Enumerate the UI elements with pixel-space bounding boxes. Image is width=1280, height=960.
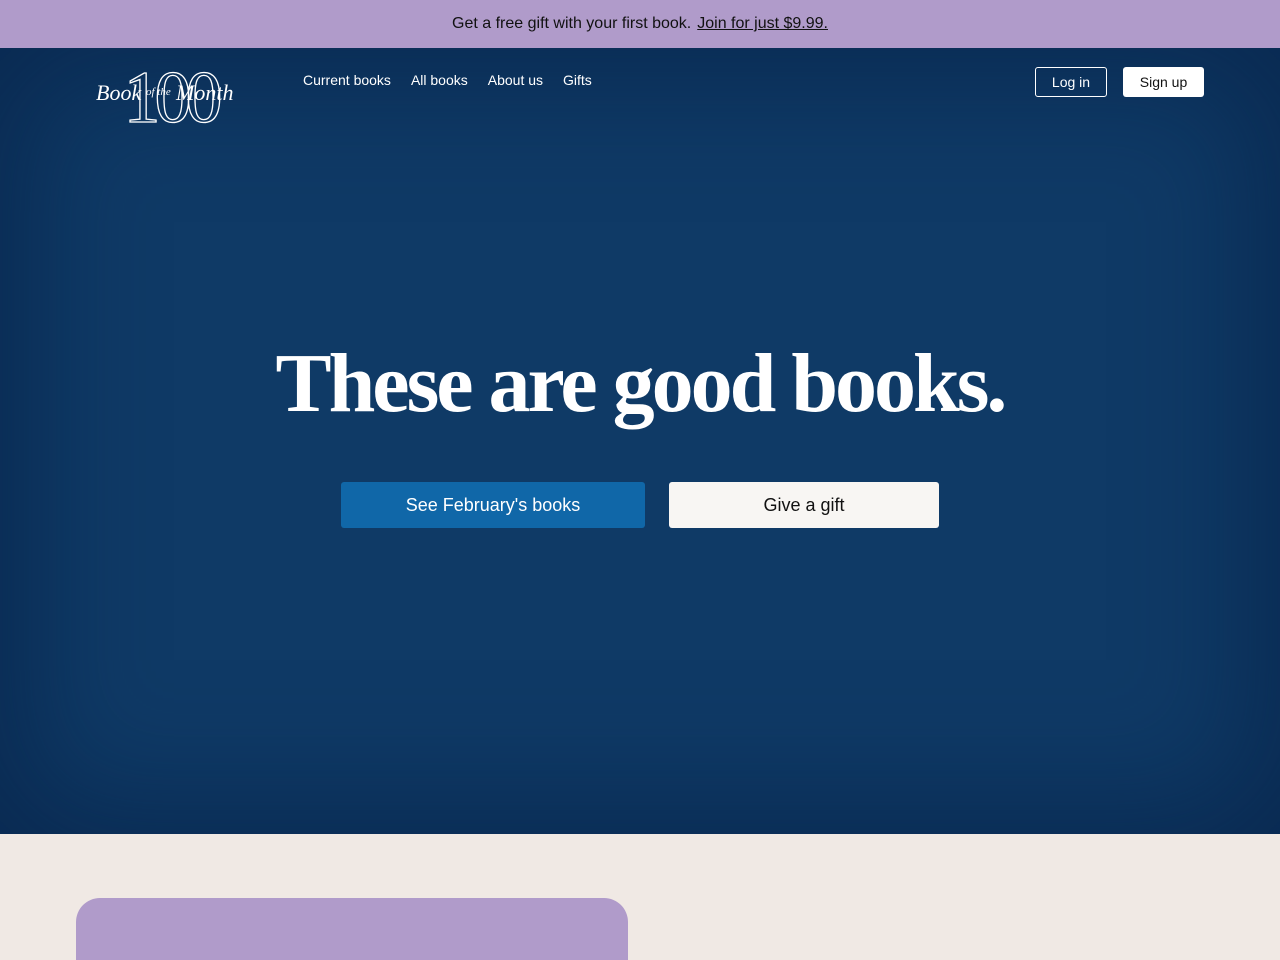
signup-button[interactable]: Sign up [1123,67,1204,97]
promo-banner: Get a free gift with your first book. Jo… [0,0,1280,48]
book-of-the-month-logo[interactable]: 100 Book of the Month [94,62,246,126]
login-button[interactable]: Log in [1035,67,1107,97]
hero-headline: These are good books. [275,337,1008,430]
logo-mark: 100 Book of the Month [96,62,233,126]
logo-word-book: Book [96,80,142,105]
logo-word-of-the: of the [146,86,171,98]
feature-card [76,898,628,960]
give-gift-button[interactable]: Give a gift [669,482,939,528]
main-nav: Current books All books About us Gifts [303,72,592,88]
hero-cta-row: See February's books Give a gift [341,482,939,528]
join-link[interactable]: Join for just $9.99. [697,15,828,33]
nav-current-books[interactable]: Current books [303,72,391,88]
logo-word-month: Month [175,80,233,105]
promo-text: Get a free gift with your first book. [452,15,692,32]
hero-section: 100 Book of the Month Current books All … [0,48,1280,834]
auth-buttons: Log in Sign up [1035,67,1204,97]
nav-gifts[interactable]: Gifts [563,72,592,88]
nav-about-us[interactable]: About us [488,72,543,88]
see-books-button[interactable]: See February's books [341,482,645,528]
nav-all-books[interactable]: All books [411,72,468,88]
